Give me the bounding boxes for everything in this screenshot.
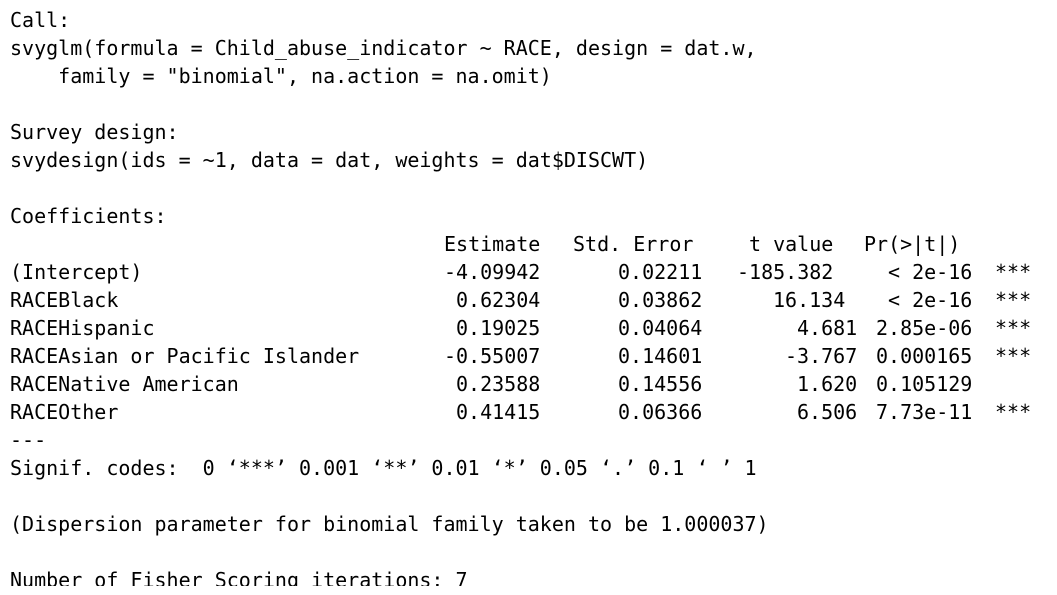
coefficient-row: RACEOther 0.41415 0.06366 6.506 7.73e-11…	[10, 398, 1050, 426]
call-formula-line: svyglm(formula = Child_abuse_indicator ~…	[10, 36, 757, 60]
signif-stars: ***	[995, 344, 1032, 368]
column-header-std-error: Std. Error	[573, 232, 694, 256]
coefficients-heading: Coefficients:	[10, 204, 167, 228]
std-error-value: 0.02211	[618, 260, 703, 284]
t-value: 16.134	[773, 288, 846, 312]
std-error-value: 0.14556	[618, 372, 703, 396]
coefficient-row: RACEBlack 0.62304 0.03862 16.134 < 2e-16…	[10, 286, 1050, 314]
p-value: 0.105129	[876, 372, 973, 396]
term-name: RACEAsian or Pacific Islander	[10, 344, 360, 368]
estimate-value: 0.19025	[456, 316, 541, 340]
dispersion-line: (Dispersion parameter for binomial famil…	[10, 512, 769, 536]
coefficient-row: RACEHispanic 0.19025 0.04064 4.681 2.85e…	[10, 314, 1050, 342]
signif-stars: ***	[995, 260, 1032, 284]
call-family-line: family = "binomial", na.action = na.omit…	[10, 64, 552, 88]
signif-stars: ***	[995, 316, 1032, 340]
signif-stars: ***	[995, 400, 1032, 424]
p-value: 2.85e-06	[876, 316, 973, 340]
signif-stars: ***	[995, 288, 1032, 312]
term-name: (Intercept)	[10, 260, 143, 284]
t-value: -3.767	[785, 344, 858, 368]
p-value: 7.73e-11	[876, 400, 973, 424]
signif-codes-line: Signif. codes: 0 ‘***’ 0.001 ‘**’ 0.01 ‘…	[10, 456, 757, 480]
separator-line: ---	[10, 428, 47, 452]
p-value: < 2e-16	[888, 260, 973, 284]
t-value: -185.382	[737, 260, 834, 284]
p-value: < 2e-16	[888, 288, 973, 312]
t-value: 4.681	[797, 316, 858, 340]
column-header-t-value: t value	[749, 232, 834, 256]
term-name: RACENative American	[10, 372, 239, 396]
estimate-value: -4.09942	[444, 260, 541, 284]
term-name: RACEOther	[10, 400, 119, 424]
term-name: RACEBlack	[10, 288, 119, 312]
std-error-value: 0.14601	[618, 344, 703, 368]
t-value: 6.506	[797, 400, 858, 424]
p-value: 0.000165	[876, 344, 973, 368]
coefficient-row: RACENative American 0.23588 0.14556 1.62…	[10, 370, 1050, 398]
column-header-estimate: Estimate	[444, 232, 541, 256]
estimate-value: -0.55007	[444, 344, 541, 368]
term-name: RACEHispanic	[10, 316, 155, 340]
estimate-value: 0.23588	[456, 372, 541, 396]
coefficient-row: (Intercept) -4.09942 0.02211 -185.382 < …	[10, 258, 1050, 286]
r-console-output: Call: svyglm(formula = Child_abuse_indic…	[10, 6, 1050, 586]
coefficient-row: RACEAsian or Pacific Islander -0.55007 0…	[10, 342, 1050, 370]
survey-design-heading: Survey design:	[10, 120, 179, 144]
t-value: 1.620	[797, 372, 858, 396]
std-error-value: 0.04064	[618, 316, 703, 340]
survey-design-line: svydesign(ids = ~1, data = dat, weights …	[10, 148, 649, 172]
std-error-value: 0.03862	[618, 288, 703, 312]
call-heading: Call:	[10, 8, 71, 32]
fisher-iterations-line: Number of Fisher Scoring iterations: 7	[10, 568, 468, 586]
coefficients-header-row: Estimate Std. Error t value Pr(>|t|)	[10, 230, 1050, 258]
estimate-value: 0.41415	[456, 400, 541, 424]
std-error-value: 0.06366	[618, 400, 703, 424]
estimate-value: 0.62304	[456, 288, 541, 312]
column-header-p-value: Pr(>|t|)	[864, 232, 961, 256]
